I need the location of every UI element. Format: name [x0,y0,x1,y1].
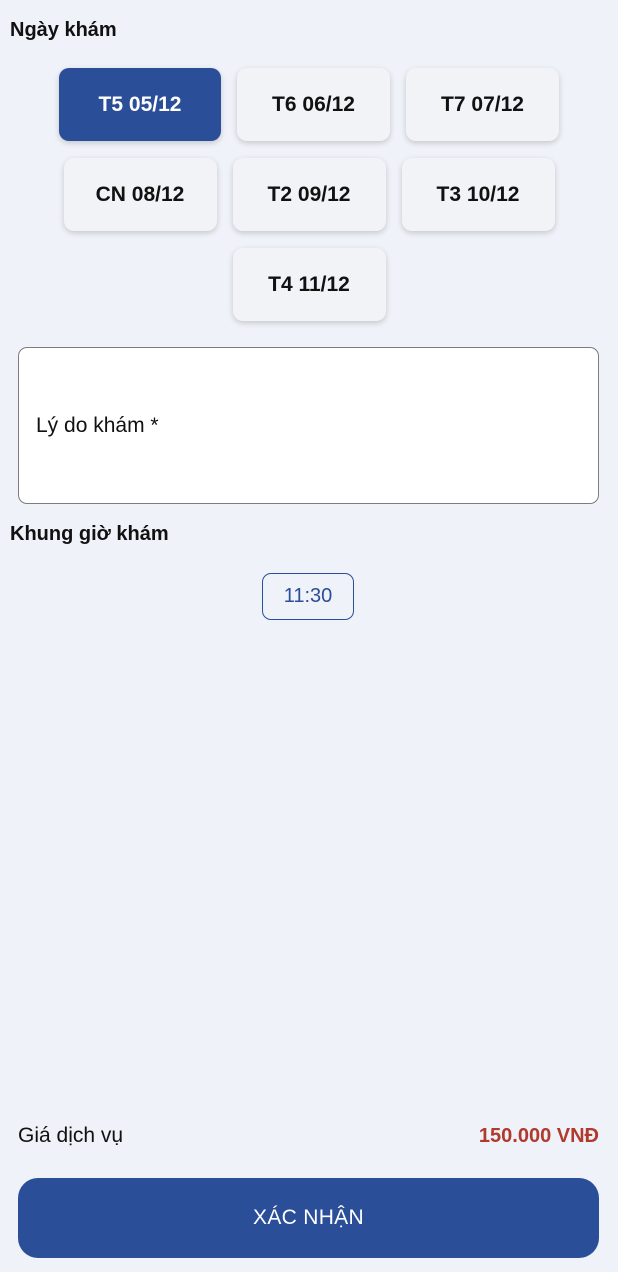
date-option-t7-0712[interactable]: T7 07/12 [406,68,559,141]
date-row-3: T4 11/12 [0,248,618,321]
time-slot-1130[interactable]: 11:30 [262,573,354,620]
date-option-t6-0612[interactable]: T6 06/12 [237,68,390,141]
date-section-title: Ngày khám [10,19,117,41]
price-value: 150.000 VNĐ [478,1124,599,1147]
date-option-t3-1012[interactable]: T3 10/12 [401,158,555,231]
date-row-1: T5 05/12 T6 06/12 T7 07/12 [0,68,618,141]
reason-input[interactable]: Lý do khám * [18,347,599,504]
date-option-t2-0912[interactable]: T2 09/12 [232,158,386,231]
time-section-title: Khung giờ khám [10,523,169,545]
confirm-button[interactable]: XÁC NHẬN [18,1178,599,1258]
date-option-t5-0512[interactable]: T5 05/12 [59,68,221,141]
price-row: Giá dịch vụ 150.000 VNĐ [18,1124,599,1148]
reason-input-label: Lý do khám * [36,413,159,437]
date-picker-grid: T5 05/12 T6 06/12 T7 07/12 CN 08/12 T2 0… [0,68,618,338]
date-row-2: CN 08/12 T2 09/12 T3 10/12 [0,158,618,231]
date-option-t4-1112[interactable]: T4 11/12 [232,248,386,321]
price-label: Giá dịch vụ [18,1124,124,1147]
date-option-cn-0812[interactable]: CN 08/12 [63,158,217,231]
